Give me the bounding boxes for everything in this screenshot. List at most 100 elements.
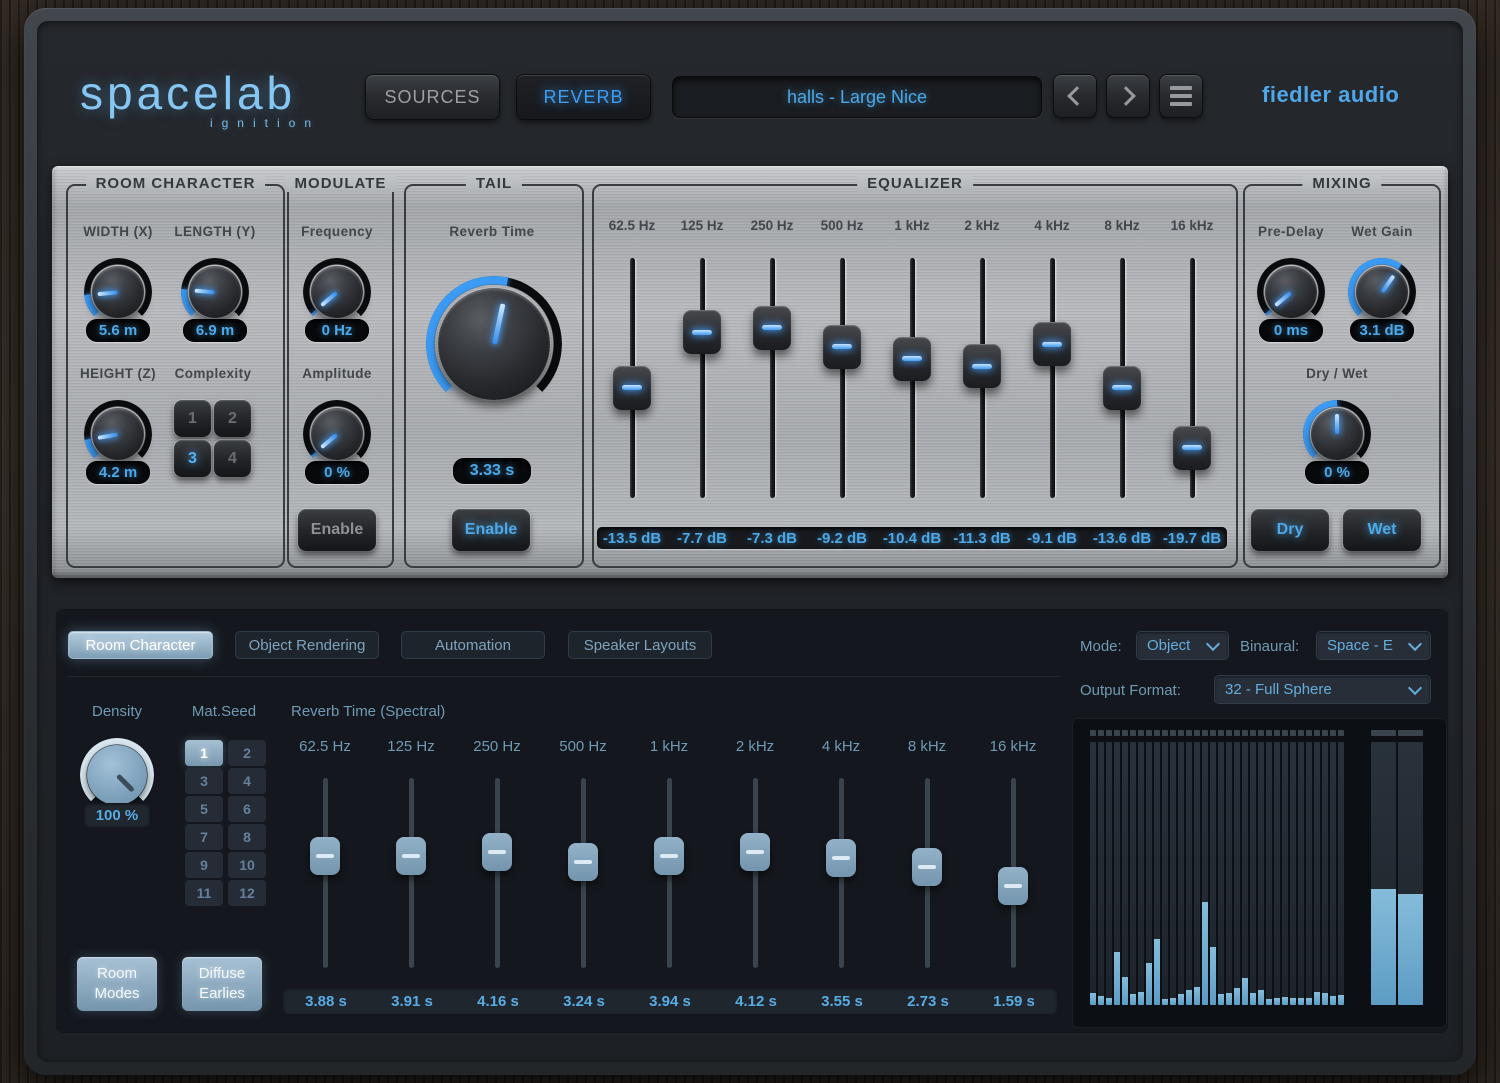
slider-led — [1042, 342, 1062, 347]
length-knob[interactable] — [181, 258, 249, 326]
mat-seed-button-11[interactable]: 11 — [185, 880, 223, 906]
channel-meter — [1226, 730, 1232, 1005]
tab-speaker-layouts[interactable]: Speaker Layouts — [568, 631, 712, 659]
eq-slider-handle[interactable] — [963, 344, 1001, 388]
spectral-slider-track[interactable] — [495, 778, 500, 968]
complexity-button-1[interactable]: 1 — [174, 400, 211, 437]
spectral-slider-handle[interactable] — [826, 839, 856, 877]
spectral-band-500 Hz: 500 Hz — [540, 738, 626, 988]
modulate-enable-button[interactable]: Enable — [298, 509, 376, 551]
mat-seed-button-8[interactable]: 8 — [228, 824, 266, 850]
mode-dropdown[interactable]: Object — [1137, 632, 1228, 659]
density-knob[interactable] — [80, 738, 154, 812]
preset-prev-button[interactable] — [1053, 74, 1097, 118]
eq-slider-track[interactable] — [840, 258, 845, 498]
wet-gain-value: 3.1 dB — [1350, 319, 1414, 342]
complexity-button-3[interactable]: 3 — [174, 440, 211, 477]
eq-slider-handle[interactable] — [823, 325, 861, 369]
meter-track — [1398, 742, 1423, 1005]
mat-seed-button-7[interactable]: 7 — [185, 824, 223, 850]
eq-band-500 Hz: 500 Hz — [807, 218, 877, 538]
diffuse-earlies-label: Diffuse Earlies — [192, 964, 252, 1005]
meter-track — [1274, 742, 1280, 1005]
spectral-label: Reverb Time (Spectral) — [291, 703, 445, 720]
eq-slider-handle[interactable] — [1173, 426, 1211, 470]
mat-seed-button-4[interactable]: 4 — [228, 768, 266, 794]
mat-seed-button-2[interactable]: 2 — [228, 740, 266, 766]
spectral-slider-handle[interactable] — [998, 867, 1028, 905]
complexity-button-4[interactable]: 4 — [214, 440, 251, 477]
tabs-divider — [68, 676, 1060, 677]
height-knob[interactable] — [84, 400, 152, 468]
length-value: 6.9 m — [183, 319, 247, 342]
spectral-freq-label: 8 kHz — [884, 738, 970, 755]
spectral-slider-handle[interactable] — [568, 843, 598, 881]
eq-slider-track[interactable] — [700, 258, 705, 498]
eq-slider-handle[interactable] — [683, 310, 721, 354]
mat-seed-button-1[interactable]: 1 — [185, 740, 223, 766]
meter-peak-cap — [1226, 730, 1232, 736]
binaural-dropdown[interactable]: Space - E — [1317, 632, 1430, 659]
eq-slider-handle[interactable] — [1103, 366, 1141, 410]
channel-meters — [1090, 730, 1344, 1005]
preset-next-button[interactable] — [1106, 74, 1150, 118]
channel-meter — [1146, 730, 1152, 1005]
master-meters — [1371, 730, 1423, 1005]
meter-fill — [1178, 994, 1184, 1005]
spectral-slider-handle[interactable] — [310, 837, 340, 875]
eq-slider-track[interactable] — [1050, 258, 1055, 498]
output-format-dropdown[interactable]: 32 - Full Sphere — [1215, 676, 1430, 703]
pre-delay-knob[interactable] — [1257, 258, 1325, 326]
eq-band-125 Hz: 125 Hz — [667, 218, 737, 538]
spectral-freq-label: 250 Hz — [454, 738, 540, 755]
tab-room-character[interactable]: Room Character — [68, 631, 213, 659]
eq-slider-handle[interactable] — [753, 306, 791, 350]
length-label: LENGTH (Y) — [174, 224, 255, 239]
mat-seed-button-12[interactable]: 12 — [228, 880, 266, 906]
preset-display[interactable]: halls - Large Nice — [672, 76, 1042, 118]
spectral-slider-handle[interactable] — [654, 837, 684, 875]
room-modes-button[interactable]: Room Modes — [77, 957, 157, 1011]
spectral-slider-handle[interactable] — [740, 833, 770, 871]
eq-band-8 kHz: 8 kHz — [1087, 218, 1157, 538]
wet-button[interactable]: Wet — [1343, 509, 1421, 551]
wet-gain-knob[interactable] — [1348, 258, 1416, 326]
eq-slider-track[interactable] — [770, 258, 775, 498]
tab-object-rendering[interactable]: Object Rendering — [235, 631, 379, 659]
spectral-slider-handle[interactable] — [396, 837, 426, 875]
meter-track — [1290, 742, 1296, 1005]
meter-track — [1114, 742, 1120, 1005]
reverb-time-knob[interactable] — [426, 276, 562, 412]
meter-fill — [1202, 902, 1208, 1005]
spectral-slider-handle[interactable] — [912, 848, 942, 886]
spectral-slider-track[interactable] — [753, 778, 758, 968]
eq-slider-handle[interactable] — [1033, 322, 1071, 366]
eq-band-250 Hz: 250 Hz — [737, 218, 807, 538]
diffuse-earlies-button[interactable]: Diffuse Earlies — [182, 957, 262, 1011]
channel-meter — [1314, 730, 1320, 1005]
menu-button[interactable] — [1159, 74, 1203, 118]
complexity-button-2[interactable]: 2 — [214, 400, 251, 437]
meter-fill — [1266, 999, 1272, 1005]
mat-seed-button-5[interactable]: 5 — [185, 796, 223, 822]
reverb-button[interactable]: REVERB — [516, 74, 651, 120]
eq-slider-handle[interactable] — [893, 337, 931, 381]
mat-seed-button-9[interactable]: 9 — [185, 852, 223, 878]
amplitude-knob[interactable] — [303, 400, 371, 468]
dry-wet-label: Dry / Wet — [1306, 366, 1368, 381]
slider-led — [832, 856, 850, 860]
mat-seed-button-10[interactable]: 10 — [228, 852, 266, 878]
width-knob[interactable] — [84, 258, 152, 326]
dry-wet-knob[interactable] — [1303, 400, 1371, 468]
dry-button[interactable]: Dry — [1251, 509, 1329, 551]
meter-fill — [1122, 977, 1128, 1005]
eq-slider-handle[interactable] — [613, 366, 651, 410]
spectral-slider-handle[interactable] — [482, 833, 512, 871]
tab-automation[interactable]: Automation — [401, 631, 545, 659]
mat-seed-button-3[interactable]: 3 — [185, 768, 223, 794]
mat-seed-button-6[interactable]: 6 — [228, 796, 266, 822]
sources-button[interactable]: SOURCES — [365, 74, 500, 120]
tail-enable-button[interactable]: Enable — [452, 509, 530, 551]
hamburger-icon — [1170, 82, 1192, 110]
frequency-knob[interactable] — [303, 258, 371, 326]
